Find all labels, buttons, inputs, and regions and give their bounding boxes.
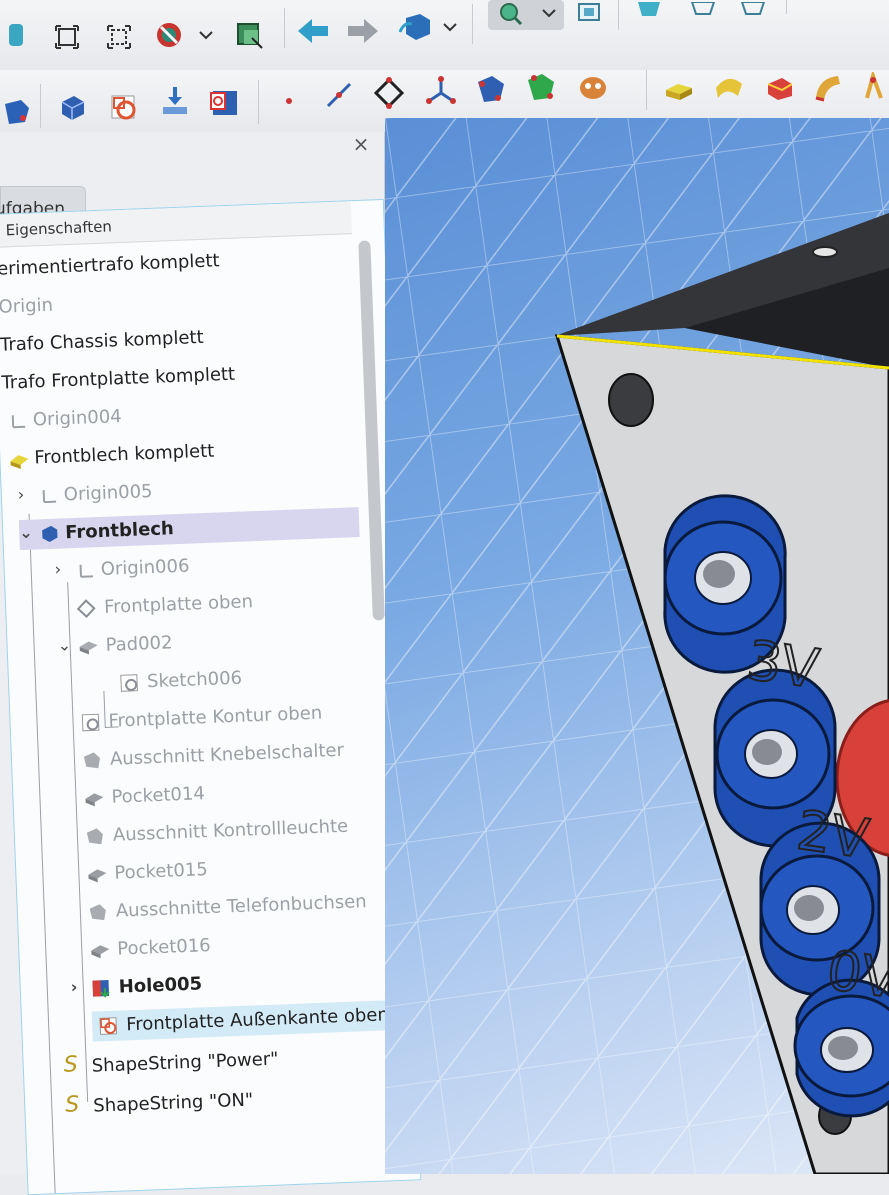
tree-item[interactable]: Ausschnitt Kontrollleuchte xyxy=(84,816,349,852)
validate-sketch-icon[interactable] xyxy=(208,86,242,120)
view-front-icon[interactable] xyxy=(632,0,666,20)
tree-item[interactable]: Frontblech komplett xyxy=(4,441,215,475)
datum-point-icon[interactable] xyxy=(272,84,306,118)
subshape-binder-icon[interactable] xyxy=(524,70,558,104)
clone-icon[interactable] xyxy=(576,70,610,104)
local-coordinate-system-icon[interactable] xyxy=(424,74,458,108)
tree-item-selected[interactable]: ⌄ Frontblech xyxy=(18,507,360,551)
import-icon[interactable] xyxy=(158,84,192,118)
bounding-box-icon[interactable] xyxy=(232,18,266,52)
pocket-icon xyxy=(89,940,110,961)
axes-icon xyxy=(74,560,95,581)
fit-selection-icon[interactable] xyxy=(102,20,136,54)
datum-plane-icon[interactable] xyxy=(372,76,406,110)
viewport-scene: 3V 2V 0V xyxy=(385,118,889,1174)
sketch-icon xyxy=(119,673,140,694)
tree-item[interactable]: › Origin005 xyxy=(17,481,153,512)
back-arrow-icon[interactable] xyxy=(296,14,330,48)
tree-item[interactable]: › Origin006 xyxy=(54,556,190,587)
model-tree[interactable]: Eigenschaften erimentiertrafo komplett O… xyxy=(0,198,422,1195)
chevron-right-icon[interactable]: › xyxy=(54,560,61,579)
chevron-right-icon[interactable]: › xyxy=(70,977,77,996)
additive-helix-icon[interactable] xyxy=(858,70,889,104)
hole-icon xyxy=(90,978,111,999)
top-hole xyxy=(812,246,838,258)
tree-item[interactable]: Ausschnitte Telefonbuchsen xyxy=(87,891,367,928)
view-top-icon[interactable] xyxy=(686,0,720,20)
tree-item[interactable]: Pocket015 xyxy=(86,859,208,890)
pad-icon xyxy=(77,636,98,657)
shape-icon xyxy=(82,750,103,771)
3d-viewport[interactable]: 3V 2V 0V xyxy=(385,118,889,1174)
sketch-icon xyxy=(80,712,101,733)
tree-item[interactable]: S ShapeString "ON" xyxy=(65,1090,254,1123)
pad-icon[interactable] xyxy=(662,70,696,104)
zoom-dropdown-button[interactable] xyxy=(488,0,564,30)
axes-icon xyxy=(37,486,58,507)
chevron-down-icon[interactable]: ⌄ xyxy=(57,635,71,655)
pocket-icon xyxy=(83,788,104,809)
create-body-icon[interactable] xyxy=(54,90,88,124)
tree-item[interactable]: Sketch006 xyxy=(119,668,242,698)
datum-line-icon[interactable] xyxy=(322,78,356,112)
axes-icon xyxy=(7,411,28,432)
workbench-icon[interactable] xyxy=(0,18,34,52)
additive-loft-icon[interactable] xyxy=(762,70,796,104)
voltage-label: 0V xyxy=(823,938,889,1010)
body-icon xyxy=(39,524,60,545)
sketch-icon xyxy=(98,1016,119,1037)
forward-arrow-icon[interactable] xyxy=(346,14,380,48)
pocket-icon xyxy=(86,864,107,885)
shape-binder-icon[interactable] xyxy=(474,72,508,106)
chevron-right-icon[interactable]: › xyxy=(17,485,24,504)
tree-item[interactable]: Ausschnitt Knebelschalter xyxy=(81,740,344,776)
tree-item[interactable]: Pocket014 xyxy=(83,783,205,814)
view-cube-icon[interactable] xyxy=(572,0,606,26)
voltage-label: 2V xyxy=(793,798,872,870)
additive-pipe-icon[interactable] xyxy=(810,70,844,104)
voltage-label: 3V xyxy=(743,628,822,700)
view-right-icon[interactable] xyxy=(736,0,770,20)
shape-icon xyxy=(85,826,106,847)
mounting-hole xyxy=(608,373,654,427)
chevron-down-icon[interactable]: ⌄ xyxy=(19,523,33,543)
tree-item[interactable]: Trafo Frontplatte komplett xyxy=(1,364,235,399)
part-icon xyxy=(8,449,29,470)
tree-item[interactable]: Pocket016 xyxy=(89,935,211,966)
main-toolbar xyxy=(0,0,889,71)
close-icon[interactable]: × xyxy=(350,133,372,155)
shape-icon xyxy=(88,902,109,923)
tree-item[interactable]: Frontplatte oben xyxy=(76,591,253,624)
chevron-down-icon[interactable] xyxy=(196,18,216,52)
tree-item[interactable]: S ShapeString "Power" xyxy=(63,1049,279,1083)
datum-plane-icon xyxy=(76,598,97,619)
body-icon[interactable] xyxy=(0,94,34,128)
tree-item[interactable]: Origin004 xyxy=(2,406,122,437)
draw-style-icon[interactable] xyxy=(152,18,186,52)
macro-icon[interactable] xyxy=(398,10,432,44)
tree-scrollbar[interactable] xyxy=(358,240,385,621)
tree-item[interactable]: › Hole005 xyxy=(70,973,202,1004)
chevron-down-icon[interactable] xyxy=(440,10,460,44)
tree-item[interactable]: Trafo Chassis komplett xyxy=(0,327,204,361)
fit-all-icon[interactable] xyxy=(50,20,84,54)
tree-item[interactable]: Frontplatte Kontur oben xyxy=(80,703,323,738)
create-sketch-icon[interactable] xyxy=(106,90,140,124)
revolution-icon[interactable] xyxy=(712,70,746,104)
tree-item[interactable]: ⌄ Pad002 xyxy=(57,632,173,663)
tree-item-active[interactable]: Frontplatte Außenkante oben xyxy=(91,999,403,1042)
shapestring-icon: S xyxy=(64,1092,80,1118)
shapestring-icon: S xyxy=(63,1052,79,1078)
